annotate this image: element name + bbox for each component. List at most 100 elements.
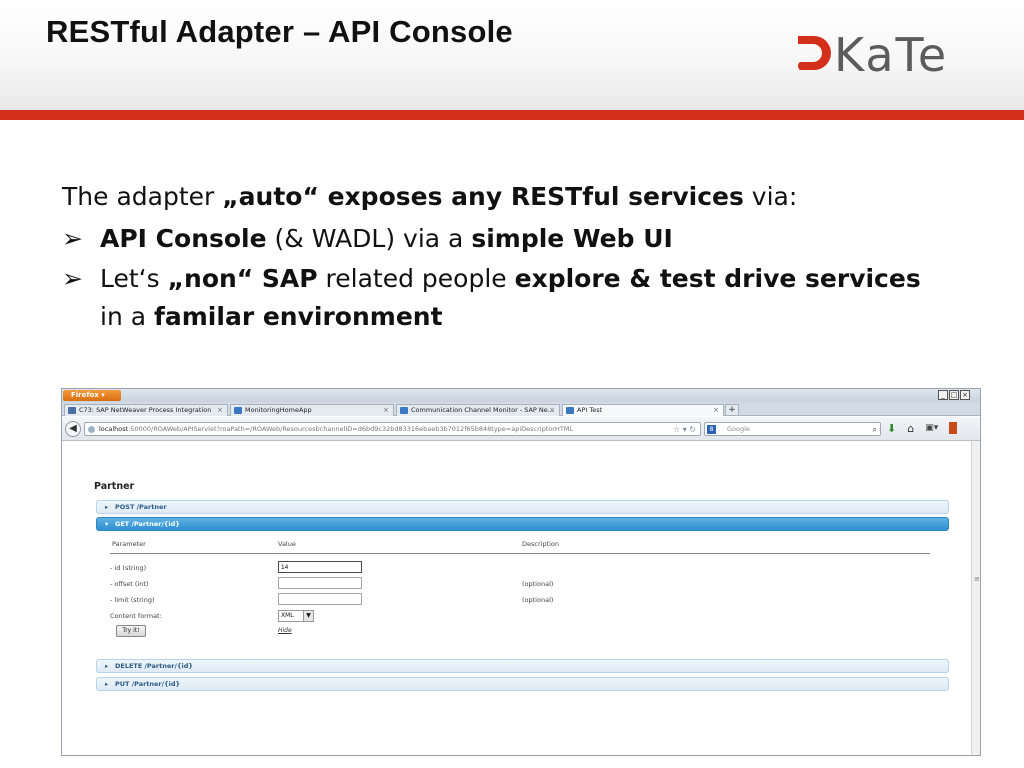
bullet-text-bold: API Console xyxy=(100,224,267,253)
tab-favicon-icon xyxy=(68,407,76,414)
logo-text: KaTe xyxy=(834,28,949,82)
scroll-grip-icon[interactable]: ≡ xyxy=(974,575,980,583)
api-console-page: Partner ▸ POST /Partner ▾ GET /Partner/{id… xyxy=(62,442,972,755)
tab-favicon-icon xyxy=(234,407,242,414)
resource-title: Partner xyxy=(94,481,135,492)
tab-monitoring[interactable]: MonitoringHomeApp × xyxy=(230,404,394,416)
intro-line: The adapter „auto“ exposes any RESTful s… xyxy=(62,178,992,218)
firefox-menu-label: Firefox xyxy=(71,391,99,399)
operation-post-partner[interactable]: ▸ POST /Partner xyxy=(96,500,949,514)
bullet-api-console: ➢ API Console (& WADL) via a simple Web … xyxy=(62,220,992,258)
search-bar[interactable]: 8 Google ⌕ xyxy=(704,422,881,436)
param-limit-description: (optional) xyxy=(522,596,554,604)
param-id-input[interactable] xyxy=(278,561,362,573)
bullet-text-bold: explore & test drive services xyxy=(514,264,921,293)
tab-favicon-icon xyxy=(400,407,408,414)
star-icon[interactable]: ☆ xyxy=(673,425,680,434)
header-accent-line xyxy=(0,110,1024,120)
bullet-non-sap: ➢ Let‘s „non“ SAP related people explore… xyxy=(62,260,992,336)
back-icon[interactable]: ◀ xyxy=(65,421,81,437)
column-header-value: Value xyxy=(278,540,296,548)
bullet-text-bold: simple Web UI xyxy=(471,224,673,253)
kate-logo: KaTe xyxy=(790,22,1005,86)
window-controls: _ □ × xyxy=(938,390,970,400)
slide-title: RESTful Adapter – API Console xyxy=(46,14,513,49)
refresh-icon[interactable]: ↻ xyxy=(689,425,696,434)
url-actions: ☆ ▾ ↻ xyxy=(673,423,696,436)
download-icon[interactable]: ⬇ xyxy=(887,421,896,436)
operation-delete-partner[interactable]: ▸ DELETE /Partner/{id} xyxy=(96,659,949,673)
bullet-text: related people xyxy=(317,264,515,293)
intro-emphasis: „auto“ exposes any RESTful services xyxy=(222,182,744,211)
operation-label: POST /Partner xyxy=(115,503,167,511)
bullet-text-bold: „non“ SAP xyxy=(167,264,318,293)
hide-link[interactable]: Hide xyxy=(278,627,292,634)
home-icon[interactable]: ⌂ xyxy=(907,421,914,436)
bullet-arrow-icon: ➢ xyxy=(62,264,83,293)
globe-icon xyxy=(88,426,95,433)
url-text[interactable]: localhost:50000/ROAWeb/APIServlet?roaPat… xyxy=(99,423,573,436)
slide-header: RESTful Adapter – API Console KaTe xyxy=(0,0,1024,110)
navigation-toolbar: ◀ localhost:50000/ROAWeb/APIServlet?roaP… xyxy=(62,417,980,441)
param-offset-description: (optional) xyxy=(522,580,554,588)
bookmarks-icon[interactable]: ▣▾ xyxy=(925,421,938,436)
browser-titlebar: Firefox ▾ _ □ × xyxy=(62,389,980,402)
dropdown-icon[interactable]: ▾ xyxy=(683,425,687,434)
tab-close-icon[interactable]: × xyxy=(713,405,719,416)
column-header-description: Description xyxy=(522,540,560,548)
tab-label: MonitoringHomeApp xyxy=(245,406,312,414)
param-id-name: - id (string) xyxy=(110,564,147,572)
tab-api-test[interactable]: API Test × xyxy=(562,404,724,416)
browser-screenshot: Firefox ▾ _ □ × C73: SAP NetWeaver Proce… xyxy=(61,388,981,756)
operation-get-partner[interactable]: ▾ GET /Partner/{id} xyxy=(96,517,949,531)
bullet-text: (& WADL) via a xyxy=(266,224,472,253)
try-it-button[interactable]: Try it! xyxy=(116,625,146,637)
bullet-arrow-icon: ➢ xyxy=(62,224,83,253)
extension-icon[interactable] xyxy=(949,422,958,434)
kate-logo-mark xyxy=(798,36,831,70)
operation-label: PUT /Partner/{id} xyxy=(115,680,181,688)
param-limit-name: - limit (string) xyxy=(110,596,155,604)
collapsed-arrow-icon: ▸ xyxy=(105,662,109,670)
tab-favicon-icon xyxy=(566,407,574,414)
column-header-parameter: Parameter xyxy=(112,540,146,548)
google-icon[interactable]: 8 xyxy=(707,425,716,434)
new-tab-button[interactable]: + xyxy=(725,404,739,416)
toolbar-icons: ⬇ ⌂ ▣▾ xyxy=(887,421,958,436)
tab-label: Communication Channel Monitor - SAP Ne..… xyxy=(411,406,554,414)
url-path: :50000/ROAWeb/APIServlet?roaPath=/ROAWeb… xyxy=(128,425,574,433)
param-offset-input[interactable] xyxy=(278,577,362,589)
tab-label: C73: SAP NetWeaver Process Integration xyxy=(79,406,212,414)
operation-label: DELETE /Partner/{id} xyxy=(115,662,193,670)
maximize-icon[interactable]: □ xyxy=(949,390,959,400)
bullet-text: in a xyxy=(100,302,155,331)
content-format-value: XML xyxy=(281,612,294,619)
tab-nwpi[interactable]: C73: SAP NetWeaver Process Integration × xyxy=(64,404,228,416)
param-offset-name: - offset (int) xyxy=(110,580,149,588)
url-host: localhost xyxy=(99,425,129,433)
tab-channel-monitor[interactable]: Communication Channel Monitor - SAP Ne..… xyxy=(396,404,560,416)
bullet-text-bold: familar environment xyxy=(154,302,443,331)
param-limit-input[interactable] xyxy=(278,593,362,605)
collapsed-arrow-icon: ▸ xyxy=(105,503,109,511)
bullet-text: Let‘s xyxy=(100,264,168,293)
minimize-icon[interactable]: _ xyxy=(938,390,948,400)
tab-close-icon[interactable]: × xyxy=(217,405,223,416)
intro-text: The adapter xyxy=(62,182,223,211)
slide-body: The adapter „auto“ exposes any RESTful s… xyxy=(62,178,992,336)
page-scrollbar[interactable]: ≡ xyxy=(971,441,980,755)
firefox-menu-button[interactable]: Firefox ▾ xyxy=(63,390,121,401)
search-icon[interactable]: ⌕ xyxy=(873,423,877,436)
tab-strip: C73: SAP NetWeaver Process Integration ×… xyxy=(62,402,980,416)
header-divider xyxy=(110,553,930,554)
operation-put-partner[interactable]: ▸ PUT /Partner/{id} xyxy=(96,677,949,691)
close-window-icon[interactable]: × xyxy=(960,390,970,400)
collapsed-arrow-icon: ▸ xyxy=(105,680,109,688)
content-format-select[interactable]: XML ▼ xyxy=(278,610,314,622)
operation-get-partner-body: Parameter Value Description - id (string… xyxy=(110,536,940,646)
tab-label: API Test xyxy=(577,406,603,414)
tab-close-icon[interactable]: × xyxy=(383,405,389,416)
tab-close-icon[interactable]: × xyxy=(549,405,555,416)
url-bar[interactable]: localhost:50000/ROAWeb/APIServlet?roaPat… xyxy=(84,422,701,436)
search-placeholder: Google xyxy=(727,425,750,433)
